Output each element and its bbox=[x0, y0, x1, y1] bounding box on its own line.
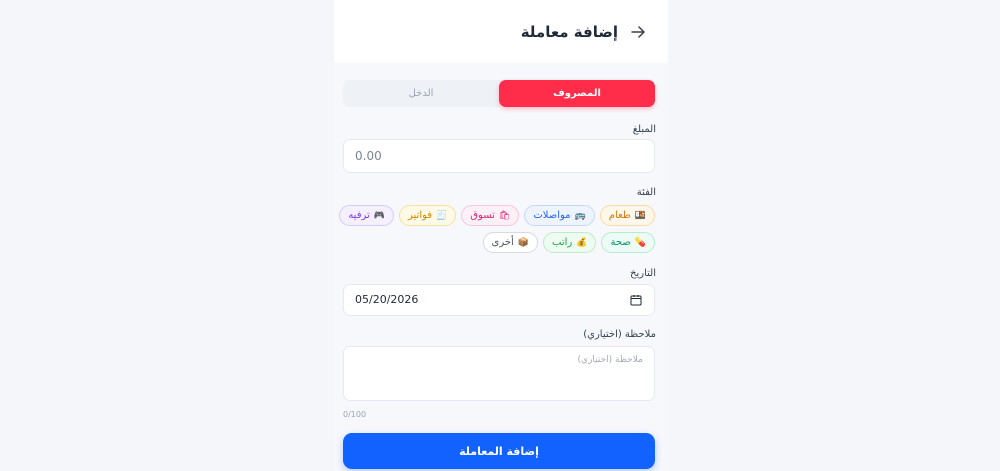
add-transaction-button[interactable]: إضافة المعاملة bbox=[343, 433, 655, 469]
date-label: التاريخ bbox=[630, 268, 656, 279]
category-chip[interactable]: 🛍 تسوق bbox=[461, 205, 520, 226]
category-chip-label: طعام bbox=[608, 210, 631, 221]
category-icon: 📦 bbox=[517, 237, 530, 248]
category-chip-label: راتب bbox=[552, 237, 573, 248]
back-button[interactable] bbox=[626, 20, 650, 44]
category-chip-label: مواصلات bbox=[533, 210, 571, 221]
note-field[interactable] bbox=[343, 346, 655, 401]
category-chip[interactable]: 🎮 ترفيه bbox=[339, 205, 394, 226]
category-label: الفئة bbox=[636, 187, 656, 198]
category-row: 🍱 طعام 🚌 مواصلات 🛍 تسوق 🧾 فواتير 🎮 ترفيه bbox=[339, 205, 655, 226]
arrow-right-icon bbox=[631, 25, 645, 38]
category-icon: 🎮 bbox=[373, 210, 385, 221]
category-chip-label: أخرى bbox=[491, 237, 514, 248]
category-chip[interactable]: 📦 أخرى bbox=[482, 232, 539, 253]
category-chip-label: فواتير bbox=[408, 210, 433, 221]
tab-income[interactable]: الدخل bbox=[343, 80, 499, 107]
category-chip[interactable]: 💊 صحة bbox=[601, 232, 655, 253]
note-label: ملاحظة (اختياري) bbox=[583, 329, 656, 340]
amount-label: المبلغ bbox=[632, 124, 656, 135]
category-row: 💊 صحة 💰 راتب 📦 أخرى bbox=[343, 232, 655, 253]
category-chip[interactable]: 💰 راتب bbox=[543, 232, 597, 253]
amount-placeholder: 0.00 bbox=[355, 149, 382, 163]
category-chip-label: ترفيه bbox=[348, 210, 370, 221]
note-textarea[interactable] bbox=[344, 347, 654, 400]
category-chip[interactable]: 🍱 طعام bbox=[599, 205, 655, 226]
amount-input[interactable]: 0.00 bbox=[343, 139, 655, 173]
note-char-counter: 0/100 bbox=[343, 410, 367, 419]
category-icon: 🚌 bbox=[574, 210, 586, 221]
type-tabs: المصروف الدخل bbox=[343, 80, 655, 107]
category-icon: 🧾 bbox=[436, 210, 448, 221]
category-chips: 🍱 طعام 🚌 مواصلات 🛍 تسوق 🧾 فواتير 🎮 ترفيه 💊 صحة 💰 رات… bbox=[339, 205, 655, 259]
date-input[interactable]: 05/20/2026 bbox=[343, 284, 655, 316]
category-icon: 🍱 bbox=[634, 210, 646, 221]
date-value: 05/20/2026 bbox=[355, 293, 419, 306]
category-chip-label: تسوق bbox=[470, 210, 495, 221]
page-title: إضافة معاملة bbox=[520, 22, 618, 41]
category-chip[interactable]: 🚌 مواصلات bbox=[524, 205, 595, 226]
category-icon: 💊 bbox=[634, 237, 646, 248]
header: إضافة معاملة bbox=[334, 0, 668, 63]
category-chip-label: صحة bbox=[610, 237, 631, 248]
add-transaction-panel: إضافة معاملة المصروف الدخل المبلغ 0.00 ا… bbox=[334, 0, 668, 471]
category-chip[interactable]: 🧾 فواتير bbox=[399, 205, 457, 226]
category-icon: 💰 bbox=[576, 237, 588, 248]
tab-expense[interactable]: المصروف bbox=[499, 80, 655, 107]
category-icon: 🛍 bbox=[498, 210, 511, 221]
calendar-icon[interactable] bbox=[630, 294, 642, 306]
